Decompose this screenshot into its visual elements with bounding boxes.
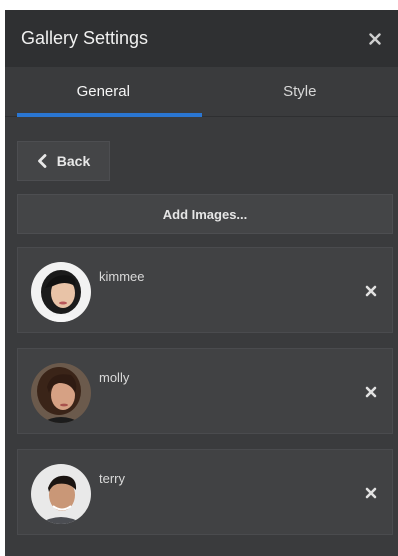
remove-button[interactable] bbox=[364, 486, 378, 500]
panel-content: Back Add Images... kimmee molly terry bbox=[5, 117, 398, 535]
tab-general[interactable]: General bbox=[5, 67, 202, 117]
item-name: terry bbox=[99, 471, 125, 486]
avatar bbox=[31, 363, 91, 423]
back-button[interactable]: Back bbox=[17, 141, 110, 181]
tab-bar: General Style bbox=[5, 67, 398, 117]
remove-icon bbox=[365, 285, 377, 297]
remove-icon bbox=[365, 487, 377, 499]
remove-button[interactable] bbox=[364, 385, 378, 399]
close-button[interactable] bbox=[366, 30, 384, 48]
gallery-settings-panel: Gallery Settings General Style Back Add … bbox=[5, 10, 398, 556]
image-list-item[interactable]: kimmee bbox=[17, 247, 393, 333]
add-images-label: Add Images... bbox=[162, 206, 248, 222]
item-name: molly bbox=[99, 370, 130, 385]
tab-label: General bbox=[76, 83, 130, 100]
tab-label: Style bbox=[283, 83, 317, 100]
remove-button[interactable] bbox=[364, 284, 378, 298]
panel-title: Gallery Settings bbox=[21, 28, 149, 48]
image-list-item[interactable]: molly bbox=[17, 348, 393, 434]
back-button-label: Back bbox=[56, 153, 91, 169]
avatar bbox=[31, 464, 91, 524]
close-icon bbox=[369, 32, 381, 45]
image-list: kimmee molly terry bbox=[17, 247, 393, 535]
remove-icon bbox=[365, 386, 377, 398]
tab-style[interactable]: Style bbox=[202, 67, 398, 116]
add-images-button[interactable]: Add Images... bbox=[17, 194, 393, 234]
image-list-item[interactable]: terry bbox=[17, 449, 393, 535]
chevron-left-icon bbox=[37, 154, 47, 168]
panel-titlebar: Gallery Settings bbox=[5, 10, 398, 67]
avatar bbox=[31, 262, 91, 322]
item-name: kimmee bbox=[99, 269, 145, 284]
